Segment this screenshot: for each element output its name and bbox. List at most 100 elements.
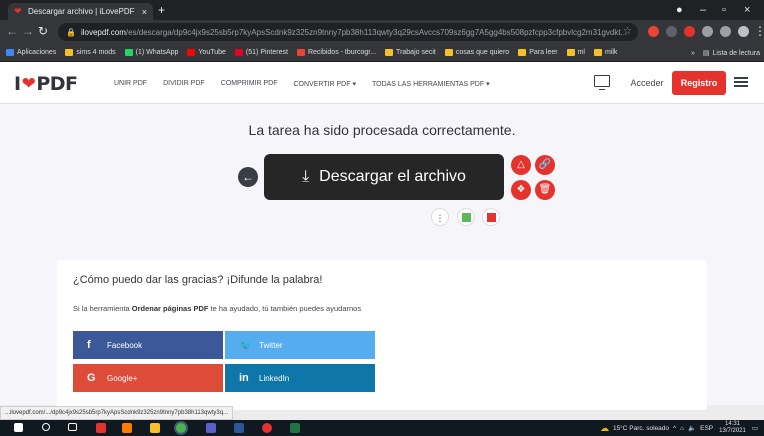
share-button-label: Twitter bbox=[259, 340, 283, 350]
tab-title: Descargar archivo | iLovePDF bbox=[28, 7, 135, 16]
bookmark-icon bbox=[593, 49, 602, 56]
bookmark-label: milk bbox=[604, 49, 618, 56]
google-plus-share-button[interactable]: G Google+ bbox=[73, 364, 223, 392]
forward-arrow-icon[interactable]: → bbox=[22, 24, 34, 38]
clock-date: 13/7/2021 bbox=[719, 428, 746, 434]
continue-tool-button[interactable] bbox=[482, 208, 500, 226]
linkedin-icon: in bbox=[239, 372, 249, 384]
chrome-icon[interactable] bbox=[176, 423, 186, 433]
facebook-share-button[interactable]: f Facebook bbox=[73, 331, 223, 359]
bookmark-star-icon[interactable]: ☆ bbox=[623, 26, 632, 37]
volume-icon[interactable]: 🔈 bbox=[688, 424, 696, 432]
excel-icon[interactable] bbox=[290, 423, 300, 433]
main-content: La tarea ha sido procesada correctamente… bbox=[0, 104, 764, 410]
download-button-label: Descargar el archivo bbox=[319, 168, 466, 185]
windows-start-icon[interactable] bbox=[14, 423, 23, 432]
bookmark-item[interactable]: Para leer bbox=[518, 49, 558, 56]
illustrator-icon[interactable] bbox=[122, 423, 132, 433]
maximize-button[interactable]: ▫ bbox=[722, 3, 726, 17]
tool-name: Ordenar páginas PDF bbox=[131, 304, 209, 313]
bookmark-icon bbox=[444, 49, 453, 56]
hamburger-menu-icon[interactable] bbox=[734, 77, 748, 87]
bookmark-item[interactable]: sims 4 mods bbox=[65, 49, 116, 56]
nav-item-comprimir-pdf[interactable]: COMPRIMIR PDF bbox=[221, 80, 278, 88]
clock[interactable]: 14:31 13/7/2021 bbox=[719, 421, 746, 435]
notifications-icon[interactable]: ▭ bbox=[752, 424, 758, 432]
avatar[interactable] bbox=[738, 26, 749, 37]
bookmark-label: YouTube bbox=[198, 49, 226, 56]
nav-item-unir-pdf[interactable]: UNIR PDF bbox=[114, 80, 147, 88]
bookmark-label: sims 4 mods bbox=[76, 49, 116, 56]
language-indicator[interactable]: ESP bbox=[700, 425, 713, 432]
bookmarks-bar: Aplicaciones sims 4 mods (1) WhatsApp YouTu… bbox=[0, 44, 764, 62]
google-drive-button[interactable]: △ bbox=[511, 155, 531, 175]
minimize-button[interactable]: – bbox=[700, 3, 706, 17]
tool-icon bbox=[486, 213, 496, 222]
new-tab-button[interactable]: + bbox=[158, 3, 165, 17]
ilovepdf-logo[interactable]: I ❤ PDF bbox=[14, 73, 78, 95]
reload-icon[interactable]: ↻ bbox=[38, 24, 48, 38]
login-button[interactable]: Acceder bbox=[620, 71, 674, 95]
back-button[interactable]: ← bbox=[238, 167, 258, 187]
facebook-icon: f bbox=[87, 339, 91, 351]
network-icon[interactable]: ⌂ bbox=[680, 425, 684, 432]
twitter-share-button[interactable]: 🐦 Twitter bbox=[225, 331, 375, 359]
back-arrow-icon[interactable]: ← bbox=[6, 24, 18, 38]
bookmark-item[interactable]: Aplicaciones bbox=[6, 49, 56, 56]
bookmark-item[interactable]: (1) WhatsApp bbox=[124, 49, 179, 56]
desktop-app-icon[interactable] bbox=[594, 75, 610, 90]
extension-icon[interactable] bbox=[666, 26, 677, 37]
dropbox-button[interactable]: ❖ bbox=[511, 180, 531, 200]
bookmark-item[interactable]: (51) Pinterest bbox=[234, 49, 288, 56]
share-button-label: Google+ bbox=[107, 373, 138, 383]
delete-button[interactable]: 🗑 bbox=[535, 180, 555, 200]
browser-menu-icon[interactable]: ⋮ bbox=[754, 24, 764, 38]
twitter-icon: 🐦 bbox=[239, 339, 253, 352]
teams-icon[interactable] bbox=[206, 423, 216, 433]
bookmark-icon bbox=[124, 49, 133, 56]
download-icon: ⤓ bbox=[302, 168, 310, 185]
word-icon[interactable] bbox=[234, 423, 244, 433]
file-explorer-icon[interactable] bbox=[150, 423, 160, 433]
nav-item-convertir-pdf[interactable]: CONVERTIR PDF ▾ bbox=[293, 80, 356, 88]
bookmark-item[interactable]: Recibidos - tburcogr... bbox=[296, 49, 377, 56]
address-bar[interactable]: 🔒 ilovepdf.com /es/descarga/dp9c4jx9s25s… bbox=[58, 23, 638, 41]
more-options-button[interactable]: ⋮ bbox=[431, 208, 449, 226]
search-icon[interactable] bbox=[42, 423, 50, 431]
close-window-button[interactable]: × bbox=[744, 3, 750, 17]
extension-icon[interactable] bbox=[648, 26, 659, 37]
bookmark-item[interactable]: Trabajo secit bbox=[385, 49, 436, 56]
nav-item-dividir-pdf[interactable]: DIVIDIR PDF bbox=[163, 80, 205, 88]
url-host: ilovepdf.com bbox=[80, 27, 126, 37]
ilovepdf-app-icon[interactable] bbox=[262, 423, 272, 433]
bookmark-item[interactable]: milk bbox=[593, 49, 618, 56]
tray-chevron-icon[interactable]: ^ bbox=[673, 425, 676, 432]
profile-icon[interactable]: ● bbox=[676, 3, 683, 17]
bookmark-item[interactable]: cosas que quiero bbox=[444, 49, 509, 56]
continue-tool-button[interactable] bbox=[457, 208, 475, 226]
linkedin-share-button[interactable]: in LinkedIn bbox=[225, 364, 375, 392]
register-button[interactable]: Registro bbox=[672, 71, 726, 95]
bookmark-icon bbox=[187, 49, 196, 56]
bookmark-label: Recibidos - tburcogr... bbox=[307, 49, 377, 56]
acrobat-icon[interactable] bbox=[96, 423, 106, 433]
reading-list-button[interactable]: Lista de lectura bbox=[713, 50, 760, 57]
nav-item-todas-herramientas[interactable]: TODAS LAS HERRAMIENTAS PDF ▾ bbox=[372, 80, 490, 88]
lock-icon: 🔒 bbox=[66, 27, 76, 37]
weather-text[interactable]: 15°C Parc. soleado bbox=[613, 425, 669, 432]
bookmark-label: (1) WhatsApp bbox=[135, 49, 179, 56]
extension-icon[interactable] bbox=[684, 26, 695, 37]
browser-tab-strip: ❤ Descargar archivo | iLovePDF × + ● – ▫… bbox=[0, 0, 764, 20]
copy-link-button[interactable]: 🔗 bbox=[535, 155, 555, 175]
puzzle-extensions-icon[interactable] bbox=[702, 26, 713, 37]
bookmarks-more-button[interactable]: » bbox=[691, 50, 695, 57]
media-icon[interactable] bbox=[720, 26, 731, 37]
task-view-icon[interactable] bbox=[68, 423, 77, 431]
bookmark-item[interactable]: ml bbox=[566, 49, 585, 56]
bookmark-item[interactable]: YouTube bbox=[187, 49, 226, 56]
site-header: I ❤ PDF UNIR PDF DIVIDIR PDF COMPRIMIR P… bbox=[0, 62, 764, 104]
tab-close-icon[interactable]: × bbox=[142, 7, 147, 17]
bookmark-icon bbox=[566, 49, 575, 56]
browser-tab[interactable]: ❤ Descargar archivo | iLovePDF × bbox=[8, 3, 153, 20]
download-button[interactable]: ⤓ Descargar el archivo bbox=[264, 154, 504, 200]
